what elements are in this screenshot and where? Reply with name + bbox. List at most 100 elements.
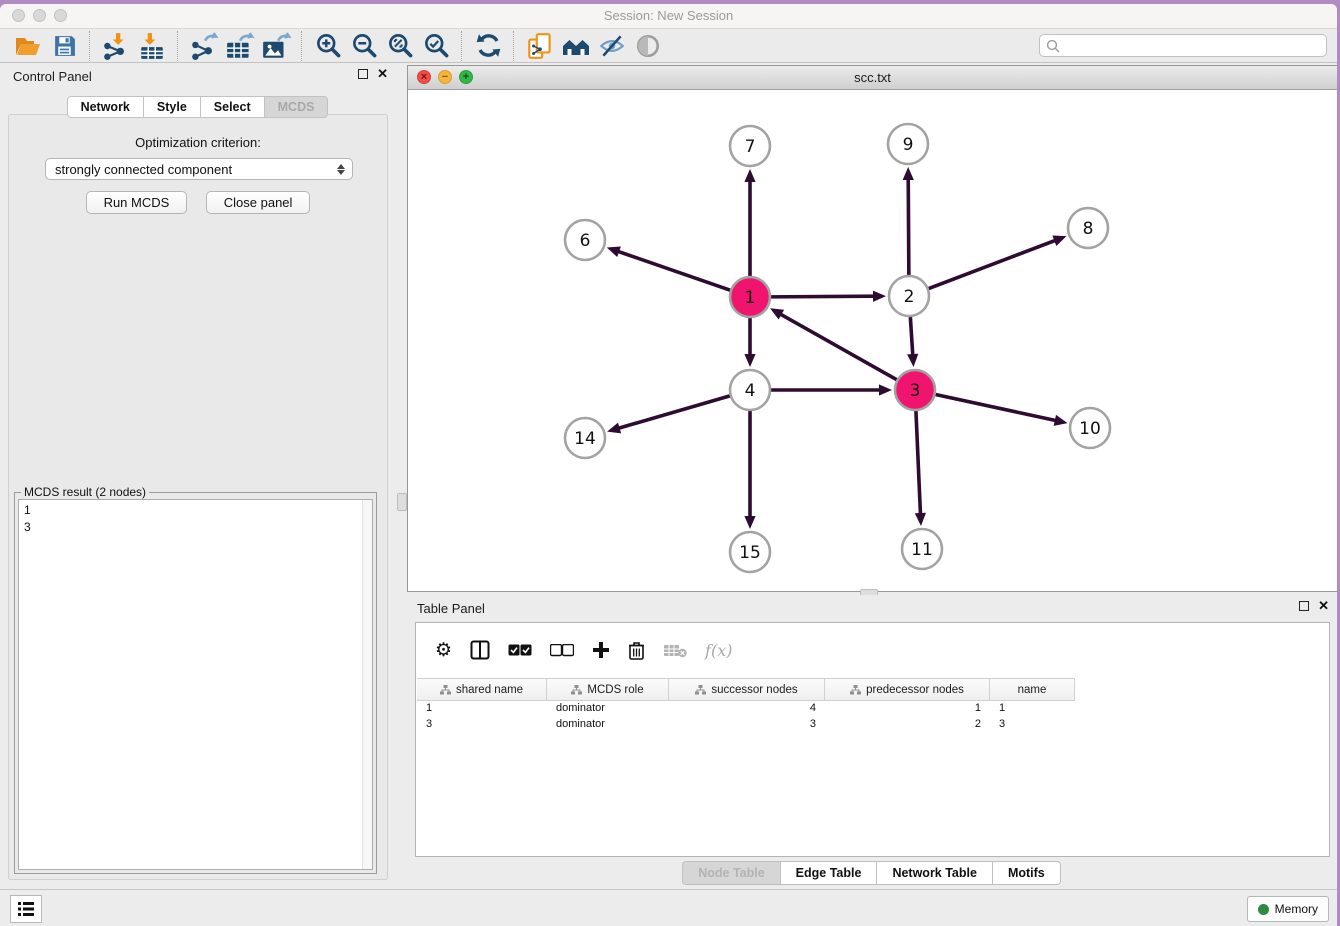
tab-edge-table[interactable]: Edge Table xyxy=(780,861,878,885)
graph-node-1[interactable]: 1 xyxy=(730,277,770,317)
table-cell-successor-nodes[interactable]: 3 xyxy=(669,716,825,732)
export-network-button[interactable] xyxy=(189,31,219,61)
network-graph-canvas[interactable]: 7 9 6 8 1 2 4 3 14 10 15 11 xyxy=(408,89,1337,591)
graph-edge-2-8[interactable] xyxy=(929,240,1057,288)
graph-node-10[interactable]: 10 xyxy=(1070,408,1110,448)
eye-slash-icon xyxy=(598,33,626,59)
graph-node-8[interactable]: 8 xyxy=(1068,208,1108,248)
graph-node-7[interactable]: 7 xyxy=(730,126,770,166)
status-bar: Memory xyxy=(0,889,1337,926)
open-session-button[interactable] xyxy=(13,31,43,61)
table-cell-shared-name[interactable]: 3 xyxy=(417,716,547,732)
show-column-panel-button[interactable] xyxy=(470,640,490,660)
delete-rows-button[interactable] xyxy=(628,641,645,660)
graph-node-4[interactable]: 4 xyxy=(730,370,770,410)
hierarchy-icon xyxy=(850,685,861,695)
graph-edge-3-1[interactable] xyxy=(780,314,897,380)
zoom-fit-icon xyxy=(387,32,414,59)
graph-node-2[interactable]: 2 xyxy=(889,276,929,316)
export-table-button[interactable] xyxy=(225,31,255,61)
close-table-panel-icon[interactable]: ✕ xyxy=(1318,601,1329,611)
float-table-panel-icon[interactable] xyxy=(1299,601,1309,611)
delete-column-button[interactable] xyxy=(663,643,687,658)
vertical-splitter-handle[interactable] xyxy=(397,493,407,511)
export-image-button[interactable] xyxy=(261,31,291,61)
table-row[interactable]: 1dominator411 xyxy=(417,700,1075,716)
table-cell-predecessor-nodes[interactable]: 1 xyxy=(825,700,990,716)
open-folder-icon xyxy=(14,33,42,59)
graph-node-6[interactable]: 6 xyxy=(565,220,605,260)
apply-layout-button[interactable] xyxy=(473,31,503,61)
graph-edge-4-14[interactable] xyxy=(618,396,730,429)
zoom-selected-button[interactable] xyxy=(421,31,451,61)
column-header-label: shared name xyxy=(456,684,523,696)
column-header-mcds-role[interactable]: MCDS role xyxy=(547,679,669,700)
float-panel-icon[interactable] xyxy=(358,69,368,79)
deselect-all-button[interactable] xyxy=(550,644,574,657)
import-table-button[interactable] xyxy=(137,31,167,61)
graph-edge-2-9[interactable] xyxy=(908,178,909,275)
table-body: 1dominator4113dominator323 xyxy=(417,700,1075,732)
graph-edge-1-2[interactable] xyxy=(771,296,875,297)
table-cell-mcds-role[interactable]: dominator xyxy=(547,716,669,732)
graph-edge-2-3[interactable] xyxy=(910,317,912,356)
tab-network-table[interactable]: Network Table xyxy=(876,861,993,885)
import-network-button[interactable] xyxy=(101,31,131,61)
show-graphics-details-button[interactable] xyxy=(633,31,663,61)
mcds-result-group: MCDS result (2 nodes) 1 3 xyxy=(14,492,377,874)
tab-network[interactable]: Network xyxy=(67,96,144,118)
tab-style[interactable]: Style xyxy=(143,96,201,118)
graph-node-14[interactable]: 14 xyxy=(565,418,605,458)
hide-graphics-details-button[interactable] xyxy=(597,31,627,61)
graph-node-3[interactable]: 3 xyxy=(895,370,935,410)
column-header-shared-name[interactable]: shared name xyxy=(417,679,547,700)
table-cell-predecessor-nodes[interactable]: 2 xyxy=(825,716,990,732)
close-panel-button[interactable]: Close panel xyxy=(206,191,311,214)
create-column-button[interactable] xyxy=(592,641,610,659)
table-settings-button[interactable]: ⚙ xyxy=(435,641,452,660)
clone-network-button[interactable] xyxy=(525,31,555,61)
graph-edge-3-11[interactable] xyxy=(916,411,921,515)
run-mcds-button[interactable]: Run MCDS xyxy=(86,191,188,214)
search-input[interactable] xyxy=(1064,38,1320,54)
task-history-button[interactable] xyxy=(10,895,42,923)
main-toolbar xyxy=(0,29,1337,63)
checked-boxes-icon xyxy=(508,644,532,657)
tab-mcds[interactable]: MCDS xyxy=(264,96,329,118)
memory-button[interactable]: Memory xyxy=(1247,896,1329,922)
graph-edge-3-10[interactable] xyxy=(936,394,1057,420)
table-cell-shared-name[interactable]: 1 xyxy=(417,700,547,716)
tab-node-table[interactable]: Node Table xyxy=(682,861,780,885)
result-scrollbar[interactable] xyxy=(362,500,372,869)
graph-node-11[interactable]: 11 xyxy=(902,529,942,569)
close-panel-icon[interactable]: ✕ xyxy=(377,69,388,79)
function-builder-button[interactable]: f(x) xyxy=(705,641,732,660)
mcds-result-title: MCDS result (2 nodes) xyxy=(21,485,149,499)
network-window-titlebar[interactable]: × − + scc.txt xyxy=(408,66,1337,90)
column-header-name[interactable]: name xyxy=(990,679,1075,700)
graph-edge-arrowhead xyxy=(1054,415,1068,426)
mcds-result-text[interactable]: 1 3 xyxy=(18,499,373,870)
graph-node-15[interactable]: 15 xyxy=(730,532,770,572)
table-cell-successor-nodes[interactable]: 4 xyxy=(669,700,825,716)
control-panel-title: Control Panel xyxy=(13,69,92,84)
table-cell-name[interactable]: 3 xyxy=(990,716,1075,732)
app-store-button[interactable] xyxy=(561,31,591,61)
search-box[interactable] xyxy=(1039,34,1327,57)
select-all-button[interactable] xyxy=(508,644,532,657)
tab-motifs[interactable]: Motifs xyxy=(992,861,1061,885)
criterion-select[interactable]: strongly connected component xyxy=(45,158,353,180)
graph-edge-1-6[interactable] xyxy=(617,251,730,290)
table-cell-name[interactable]: 1 xyxy=(990,700,1075,716)
trash-icon xyxy=(628,641,645,660)
zoom-out-button[interactable] xyxy=(349,31,379,61)
tab-select[interactable]: Select xyxy=(200,96,265,118)
zoom-in-button[interactable] xyxy=(313,31,343,61)
column-header-successor-nodes[interactable]: successor nodes xyxy=(669,679,825,700)
column-header-predecessor-nodes[interactable]: predecessor nodes xyxy=(825,679,990,700)
table-row[interactable]: 3dominator323 xyxy=(417,716,1075,732)
save-session-button[interactable] xyxy=(49,31,79,61)
zoom-fit-button[interactable] xyxy=(385,31,415,61)
table-cell-mcds-role[interactable]: dominator xyxy=(547,700,669,716)
graph-node-9[interactable]: 9 xyxy=(888,124,928,164)
